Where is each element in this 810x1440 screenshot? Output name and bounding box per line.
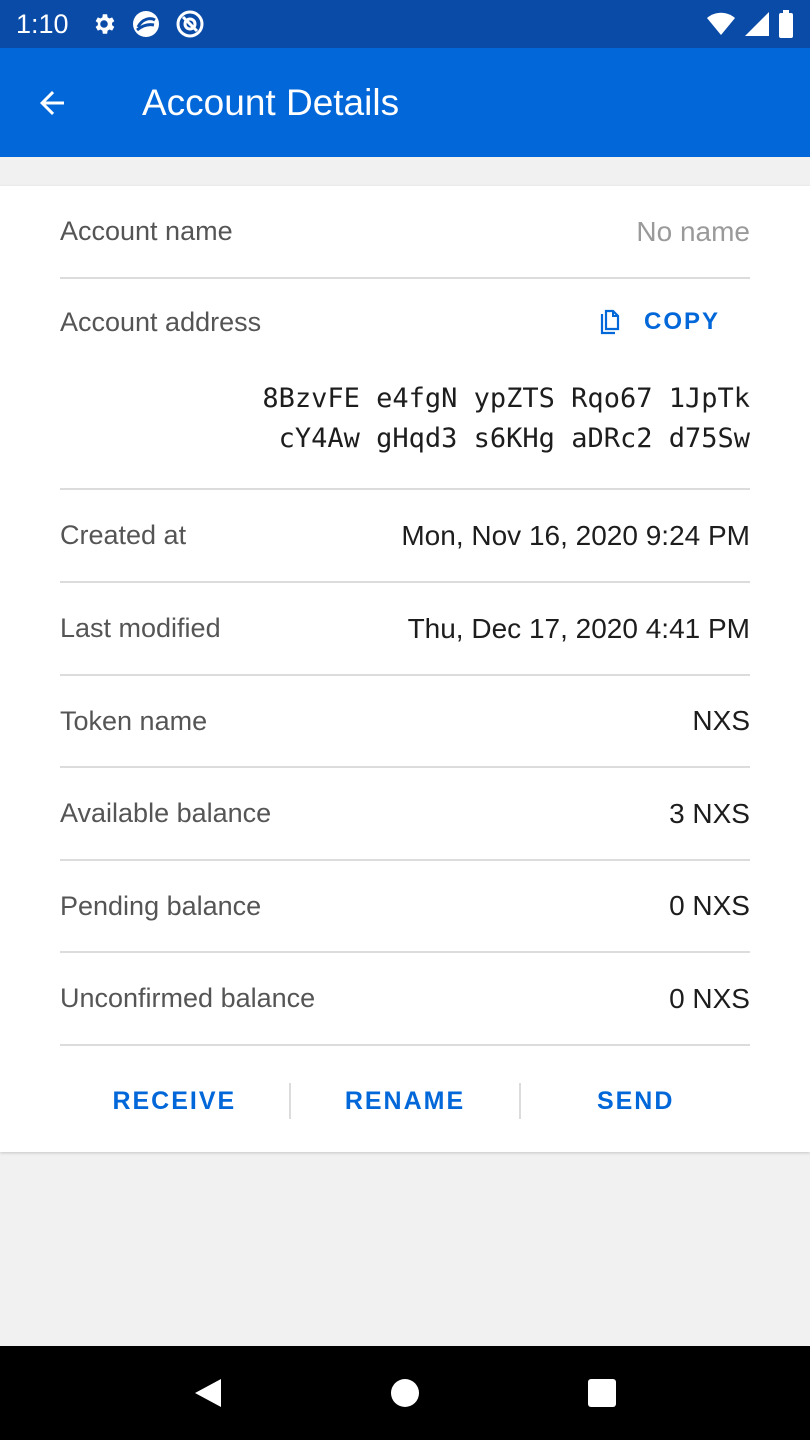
address-line-2: cY4Aw gHqd3 s6KHg aDRc2 d75Sw xyxy=(278,423,750,454)
send-button[interactable]: SEND xyxy=(521,1087,750,1116)
target-icon xyxy=(175,9,205,39)
nav-back-button[interactable] xyxy=(178,1363,238,1423)
rename-button[interactable]: RENAME xyxy=(291,1087,520,1116)
token-name-value: NXS xyxy=(692,705,750,736)
nav-home-button[interactable] xyxy=(375,1363,435,1423)
unconfirmed-balance-label: Unconfirmed balance xyxy=(60,983,316,1013)
status-bar: 1:10 xyxy=(0,0,810,48)
nav-recents-button[interactable] xyxy=(572,1363,632,1423)
last-modified-value: Thu, Dec 17, 2020 4:41 PM xyxy=(407,612,750,644)
last-modified-label: Last modified xyxy=(60,613,221,643)
created-at-value: Mon, Nov 16, 2020 9:24 PM xyxy=(401,519,750,551)
back-button[interactable] xyxy=(20,71,84,135)
available-balance-label: Available balance xyxy=(60,798,272,828)
copy-icon xyxy=(600,309,620,335)
account-address-row: Account address COPY 8BzvFE e4fgN ypZTS … xyxy=(60,279,750,490)
copy-label: COPY xyxy=(643,308,720,335)
app-bar: Account Details xyxy=(0,48,810,157)
pending-balance-value: 0 NXS xyxy=(669,890,750,921)
account-address-label: Account address xyxy=(60,306,262,337)
receive-button[interactable]: RECEIVE xyxy=(60,1087,289,1116)
status-icons-left xyxy=(91,9,205,39)
system-nav-bar xyxy=(0,1346,810,1440)
created-at-row: Created at Mon, Nov 16, 2020 9:24 PM xyxy=(60,490,750,583)
signal-icon xyxy=(744,11,770,37)
status-icons-right xyxy=(706,10,794,38)
battery-icon xyxy=(778,10,794,38)
wifi-icon xyxy=(706,11,736,37)
recents-square-icon xyxy=(587,1379,616,1407)
last-modified-row: Last modified Thu, Dec 17, 2020 4:41 PM xyxy=(60,583,750,676)
pending-balance-row: Pending balance 0 NXS xyxy=(60,861,750,953)
account-name-value: No name xyxy=(636,215,750,247)
home-circle-icon xyxy=(390,1379,419,1407)
gear-icon xyxy=(91,11,117,37)
pending-balance-label: Pending balance xyxy=(60,890,262,921)
account-name-label: Account name xyxy=(60,216,233,246)
arrow-back-icon xyxy=(40,90,64,115)
action-bar: RECEIVE RENAME SEND xyxy=(60,1046,750,1156)
back-triangle-icon xyxy=(195,1379,222,1407)
account-details-card: Account name No name Account address COP… xyxy=(0,186,810,1152)
created-at-label: Created at xyxy=(60,520,187,550)
available-balance-row: Available balance 3 NXS xyxy=(60,768,750,861)
page-title: Account Details xyxy=(142,81,400,123)
account-address-value: 8BzvFE e4fgN ypZTS Rqo67 1JpTk cY4Aw gHqd… xyxy=(262,379,750,459)
available-balance-value: 3 NXS xyxy=(669,797,750,829)
account-name-row[interactable]: Account name No name xyxy=(60,186,750,279)
copy-button[interactable]: COPY xyxy=(598,308,720,336)
unconfirmed-balance-row: Unconfirmed balance 0 NXS xyxy=(60,953,750,1046)
unconfirmed-balance-value: 0 NXS xyxy=(669,982,750,1014)
address-line-1: 8BzvFE e4fgN ypZTS Rqo67 1JpTk xyxy=(262,383,750,414)
token-name-label: Token name xyxy=(60,705,208,736)
status-time: 1:10 xyxy=(16,8,69,39)
token-name-row: Token name NXS xyxy=(60,676,750,768)
sync-app-icon xyxy=(131,9,161,39)
